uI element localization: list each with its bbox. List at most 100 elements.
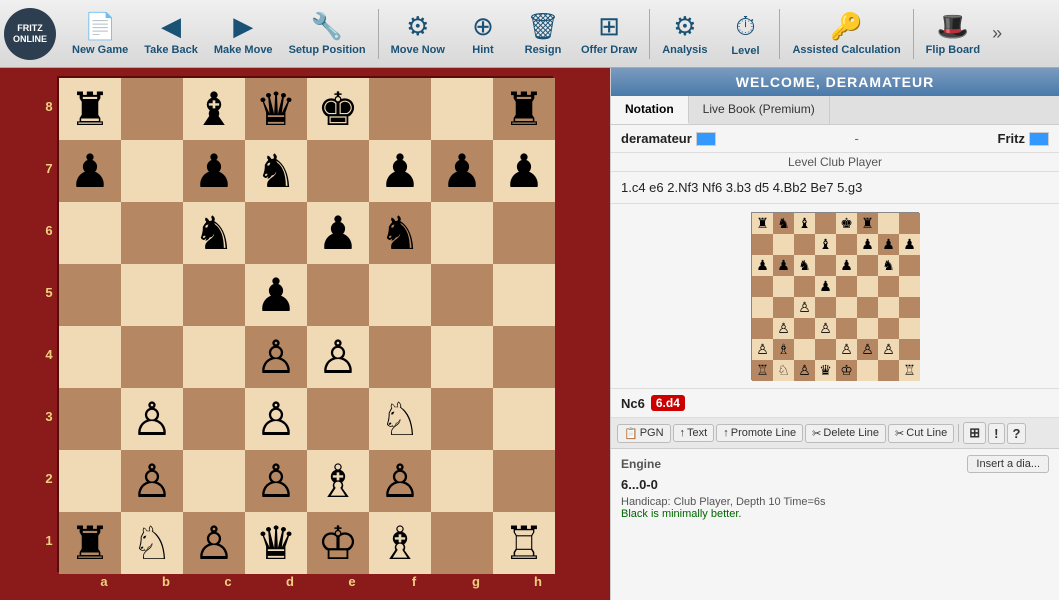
fritz-logo[interactable]: FRITZ ONLINE <box>4 8 56 60</box>
square-f7[interactable]: ♟ <box>369 140 431 202</box>
mini-square-h3[interactable] <box>899 318 920 339</box>
mini-square-b6[interactable]: ♟ <box>773 255 794 276</box>
square-a2[interactable] <box>59 450 121 512</box>
mini-square-a3[interactable] <box>752 318 773 339</box>
square-h3[interactable] <box>493 388 555 450</box>
take-back-button[interactable]: ◀ Take Back <box>136 4 206 64</box>
square-b8[interactable] <box>121 78 183 140</box>
mini-square-d4[interactable] <box>815 297 836 318</box>
mini-square-h7[interactable]: ♟ <box>899 234 920 255</box>
mini-square-e1[interactable]: ♔ <box>836 360 857 381</box>
mini-square-b7[interactable] <box>773 234 794 255</box>
square-f4[interactable] <box>369 326 431 388</box>
question-button[interactable]: ? <box>1007 423 1027 444</box>
square-f2[interactable]: ♙ <box>369 450 431 512</box>
square-d6[interactable] <box>245 202 307 264</box>
new-game-button[interactable]: 📄 New Game <box>64 4 136 64</box>
square-e6[interactable]: ♟ <box>307 202 369 264</box>
square-h6[interactable] <box>493 202 555 264</box>
mini-square-f2[interactable]: ♙ <box>857 339 878 360</box>
pgn-button[interactable]: 📋 PGN <box>617 424 671 443</box>
mini-square-d8[interactable] <box>815 213 836 234</box>
chess-board[interactable]: ♜♝♛♚♜♟♟♞♟♟♟♞♟♞♟♙♙♙♙♘♙♙♗♙♜♘♙♛♔♗♖ <box>57 76 553 572</box>
mini-chess-board[interactable]: ♜♞♝♚♜♝♟♟♟♟♟♞♟♞♟♙♙♙♙♗♙♙♙♖♘♙♛♔♖ <box>751 212 919 380</box>
mini-square-b5[interactable] <box>773 276 794 297</box>
square-d2[interactable]: ♙ <box>245 450 307 512</box>
mini-square-g8[interactable] <box>878 213 899 234</box>
square-e5[interactable] <box>307 264 369 326</box>
level-button[interactable]: ⏱ Level <box>715 4 775 64</box>
square-c2[interactable] <box>183 450 245 512</box>
promote-line-button[interactable]: ↑ Promote Line <box>716 424 803 442</box>
mini-square-e5[interactable] <box>836 276 857 297</box>
mini-square-e8[interactable]: ♚ <box>836 213 857 234</box>
square-c8[interactable]: ♝ <box>183 78 245 140</box>
square-c7[interactable]: ♟ <box>183 140 245 202</box>
move-now-button[interactable]: ⚙ Move Now <box>383 4 453 64</box>
square-f3[interactable]: ♘ <box>369 388 431 450</box>
square-g2[interactable] <box>431 450 493 512</box>
mini-square-d5[interactable]: ♟ <box>815 276 836 297</box>
square-b4[interactable] <box>121 326 183 388</box>
square-h4[interactable] <box>493 326 555 388</box>
square-e7[interactable] <box>307 140 369 202</box>
mini-square-e7[interactable] <box>836 234 857 255</box>
mini-square-b8[interactable]: ♞ <box>773 213 794 234</box>
mini-square-d3[interactable]: ♙ <box>815 318 836 339</box>
square-d1[interactable]: ♛ <box>245 512 307 574</box>
mini-square-h8[interactable] <box>899 213 920 234</box>
square-f5[interactable] <box>369 264 431 326</box>
insert-diagram-button[interactable]: Insert a dia... <box>967 455 1049 473</box>
mini-square-h5[interactable] <box>899 276 920 297</box>
tab-live-book[interactable]: Live Book (Premium) <box>689 96 830 124</box>
mini-square-a5[interactable] <box>752 276 773 297</box>
mini-square-c6[interactable]: ♞ <box>794 255 815 276</box>
mini-square-f6[interactable] <box>857 255 878 276</box>
mini-square-d6[interactable] <box>815 255 836 276</box>
mini-square-e6[interactable]: ♟ <box>836 255 857 276</box>
square-c6[interactable]: ♞ <box>183 202 245 264</box>
mini-square-c7[interactable] <box>794 234 815 255</box>
square-h8[interactable]: ♜ <box>493 78 555 140</box>
square-d3[interactable]: ♙ <box>245 388 307 450</box>
assisted-calc-button[interactable]: 🔑 Assisted Calculation <box>784 4 908 64</box>
square-a8[interactable]: ♜ <box>59 78 121 140</box>
square-g6[interactable] <box>431 202 493 264</box>
mini-square-b2[interactable]: ♗ <box>773 339 794 360</box>
square-f6[interactable]: ♞ <box>369 202 431 264</box>
square-d5[interactable]: ♟ <box>245 264 307 326</box>
mini-square-c5[interactable] <box>794 276 815 297</box>
mini-square-d2[interactable] <box>815 339 836 360</box>
mini-square-a2[interactable]: ♙ <box>752 339 773 360</box>
grid-button[interactable]: ⊞ <box>963 422 986 444</box>
mini-square-c1[interactable]: ♙ <box>794 360 815 381</box>
square-b2[interactable]: ♙ <box>121 450 183 512</box>
cut-line-button[interactable]: ✂ Cut Line <box>888 424 954 443</box>
mini-square-g7[interactable]: ♟ <box>878 234 899 255</box>
square-b1[interactable]: ♘ <box>121 512 183 574</box>
square-f1[interactable]: ♗ <box>369 512 431 574</box>
square-c4[interactable] <box>183 326 245 388</box>
square-a1[interactable]: ♜ <box>59 512 121 574</box>
square-b5[interactable] <box>121 264 183 326</box>
square-a4[interactable] <box>59 326 121 388</box>
square-f8[interactable] <box>369 78 431 140</box>
square-b3[interactable]: ♙ <box>121 388 183 450</box>
square-h7[interactable]: ♟ <box>493 140 555 202</box>
mini-square-d7[interactable]: ♝ <box>815 234 836 255</box>
square-c5[interactable] <box>183 264 245 326</box>
mini-square-g4[interactable] <box>878 297 899 318</box>
square-h2[interactable] <box>493 450 555 512</box>
square-h1[interactable]: ♖ <box>493 512 555 574</box>
mini-square-a6[interactable]: ♟ <box>752 255 773 276</box>
square-b6[interactable] <box>121 202 183 264</box>
delete-line-button[interactable]: ✂ Delete Line <box>805 424 886 443</box>
mini-square-c2[interactable] <box>794 339 815 360</box>
square-a7[interactable]: ♟ <box>59 140 121 202</box>
mini-square-g3[interactable] <box>878 318 899 339</box>
mini-square-a8[interactable]: ♜ <box>752 213 773 234</box>
mini-square-h2[interactable] <box>899 339 920 360</box>
offer-draw-button[interactable]: ⊞ Offer Draw <box>573 4 645 64</box>
mini-square-h1[interactable]: ♖ <box>899 360 920 381</box>
mini-square-b3[interactable]: ♙ <box>773 318 794 339</box>
